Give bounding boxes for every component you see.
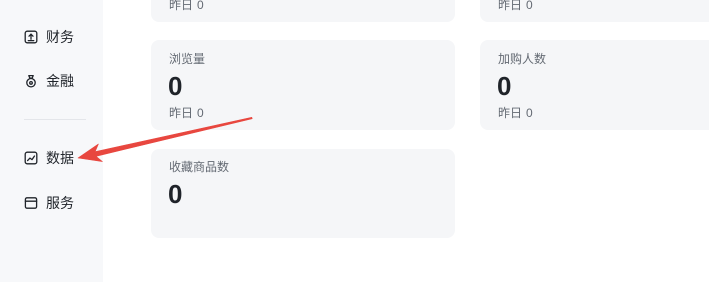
stat-title: 收藏商品数 bbox=[169, 160, 230, 174]
sidebar-item-data[interactable]: 数据 bbox=[24, 146, 90, 170]
yesterday-stat: 昨日 0 bbox=[498, 0, 533, 11]
yesterday-stat: 昨日 0 bbox=[169, 106, 204, 120]
sidebar-item-service[interactable]: 服务 bbox=[24, 191, 90, 215]
stat-card-top-right: 昨日 0 bbox=[480, 0, 709, 22]
sidebar-item-label: 服务 bbox=[46, 195, 74, 211]
yesterday-value: 0 bbox=[526, 106, 533, 120]
page: 财务 金融 数据 服务 昨日 0 昨日 0 浏览量 0 昨日 0 加购人数 0 … bbox=[0, 0, 709, 282]
sidebar-item-label: 数据 bbox=[46, 150, 74, 166]
yesterday-value: 0 bbox=[197, 0, 204, 12]
data-chart-icon bbox=[24, 151, 38, 165]
stat-title: 加购人数 bbox=[498, 52, 547, 66]
yesterday-label: 昨日 bbox=[498, 0, 523, 12]
sidebar-divider bbox=[24, 119, 86, 120]
yesterday-value: 0 bbox=[197, 106, 204, 120]
money-bag-icon bbox=[24, 74, 38, 88]
yesterday-label: 昨日 bbox=[169, 106, 194, 120]
yesterday-value: 0 bbox=[526, 0, 533, 12]
stat-card-add-to-cart-users: 加购人数 0 昨日 0 bbox=[480, 40, 709, 130]
yesterday-stat: 昨日 0 bbox=[169, 0, 204, 11]
sidebar: 财务 金融 数据 服务 bbox=[0, 0, 103, 282]
stat-value: 0 bbox=[168, 179, 183, 209]
stat-card-top-left: 昨日 0 bbox=[151, 0, 455, 22]
finance-icon bbox=[24, 30, 38, 44]
sidebar-item-label: 财务 bbox=[46, 29, 74, 45]
stat-card-favorited-products: 收藏商品数 0 bbox=[151, 149, 455, 238]
stat-card-page-views: 浏览量 0 昨日 0 bbox=[151, 40, 455, 130]
stat-value: 0 bbox=[168, 71, 183, 101]
stat-title: 浏览量 bbox=[169, 52, 206, 66]
yesterday-label: 昨日 bbox=[169, 0, 194, 12]
service-window-icon bbox=[24, 196, 38, 210]
sidebar-item-label: 金融 bbox=[46, 73, 74, 89]
yesterday-label: 昨日 bbox=[498, 106, 523, 120]
sidebar-item-finance[interactable]: 财务 bbox=[24, 25, 90, 49]
stat-value: 0 bbox=[497, 71, 512, 101]
sidebar-item-fintech[interactable]: 金融 bbox=[24, 69, 90, 93]
yesterday-stat: 昨日 0 bbox=[498, 106, 533, 120]
